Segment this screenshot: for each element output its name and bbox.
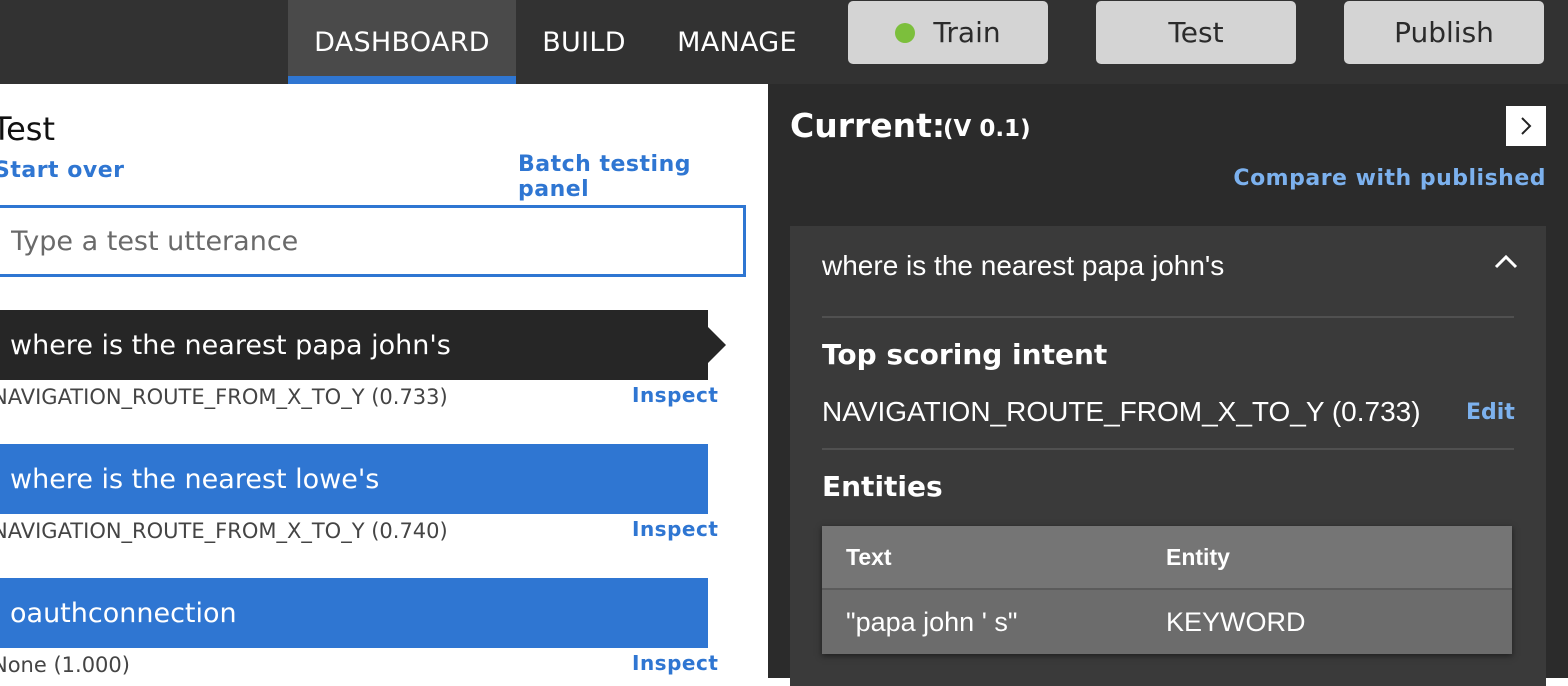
utterance-item[interactable]: where is the nearest lowe's xyxy=(0,444,708,514)
expand-panel-button[interactable] xyxy=(1506,106,1546,146)
inspect-link[interactable]: Inspect xyxy=(632,517,718,541)
tab-dashboard-label: DASHBOARD xyxy=(314,26,490,58)
utterance-item[interactable]: oauthconnection xyxy=(0,578,708,648)
tab-dashboard[interactable]: DASHBOARD xyxy=(288,0,516,84)
publish-button-label: Publish xyxy=(1394,16,1494,49)
test-button-label: Test xyxy=(1168,16,1224,49)
utterance-detail-card: where is the nearest papa john's Top sco… xyxy=(790,226,1546,686)
top-scoring-intent-title: Top scoring intent xyxy=(822,338,1108,371)
entities-table: Text Entity "papa john ' s" KEYWORD xyxy=(822,526,1512,654)
utterance-intent-score: NAVIGATION_ROUTE_FROM_X_TO_Y (0.740) xyxy=(0,519,448,543)
utterance-intent-score: NAVIGATION_ROUTE_FROM_X_TO_Y (0.733) xyxy=(0,385,448,409)
chevron-right-icon xyxy=(1521,117,1532,135)
train-button[interactable]: Train xyxy=(848,1,1048,64)
test-button[interactable]: Test xyxy=(1096,1,1296,64)
tab-manage-label: MANAGE xyxy=(677,26,797,58)
utterance-text: where is the nearest lowe's xyxy=(10,463,380,495)
tab-manage[interactable]: MANAGE xyxy=(660,0,814,84)
start-over-link[interactable]: Start over xyxy=(0,158,124,183)
train-status-dot-icon xyxy=(895,22,916,43)
batch-testing-panel-link[interactable]: Batch testing panel xyxy=(518,152,768,202)
column-header-text: Text xyxy=(846,543,892,570)
table-row[interactable]: "papa john ' s" KEYWORD xyxy=(822,590,1512,654)
top-scoring-intent-value: NAVIGATION_ROUTE_FROM_X_TO_Y (0.733) xyxy=(822,396,1421,427)
current-version-label: Current: xyxy=(790,106,946,145)
compare-with-published-link[interactable]: Compare with published xyxy=(1233,166,1546,191)
inspected-utterance: where is the nearest papa john's xyxy=(822,250,1225,281)
entity-type-cell: KEYWORD xyxy=(1166,606,1306,637)
collapse-button[interactable] xyxy=(1490,246,1522,278)
edit-intent-link[interactable]: Edit xyxy=(1466,400,1515,425)
column-header-entity: Entity xyxy=(1166,543,1230,570)
divider xyxy=(822,316,1514,318)
entities-title: Entities xyxy=(822,470,943,503)
version-number: (V 0.1) xyxy=(943,116,1031,142)
train-button-label: Train xyxy=(933,16,1001,49)
test-panel-title: Test xyxy=(0,110,56,148)
inspect-link[interactable]: Inspect xyxy=(632,383,718,407)
top-nav-bar: DASHBOARD BUILD MANAGE Train Test Publis… xyxy=(0,0,1568,84)
tab-build[interactable]: BUILD xyxy=(530,0,638,84)
test-utterance-input[interactable] xyxy=(0,205,746,277)
utterance-intent-score: None (1.000) xyxy=(0,653,130,677)
test-panel: Test Start over Batch testing panel wher… xyxy=(0,84,768,678)
entities-table-header: Text Entity xyxy=(822,526,1512,590)
publish-button[interactable]: Publish xyxy=(1344,1,1544,64)
entity-text-cell: "papa john ' s" xyxy=(846,606,1018,637)
inspect-link[interactable]: Inspect xyxy=(632,651,718,675)
chevron-up-icon xyxy=(1494,254,1518,269)
utterance-text: oauthconnection xyxy=(10,597,237,629)
inspect-panel: Current: (V 0.1) Compare with published … xyxy=(768,84,1568,686)
utterance-item-selected[interactable]: where is the nearest papa john's xyxy=(0,310,726,380)
divider xyxy=(822,448,1514,450)
tab-build-label: BUILD xyxy=(542,26,626,58)
utterance-text: where is the nearest papa john's xyxy=(10,329,451,361)
